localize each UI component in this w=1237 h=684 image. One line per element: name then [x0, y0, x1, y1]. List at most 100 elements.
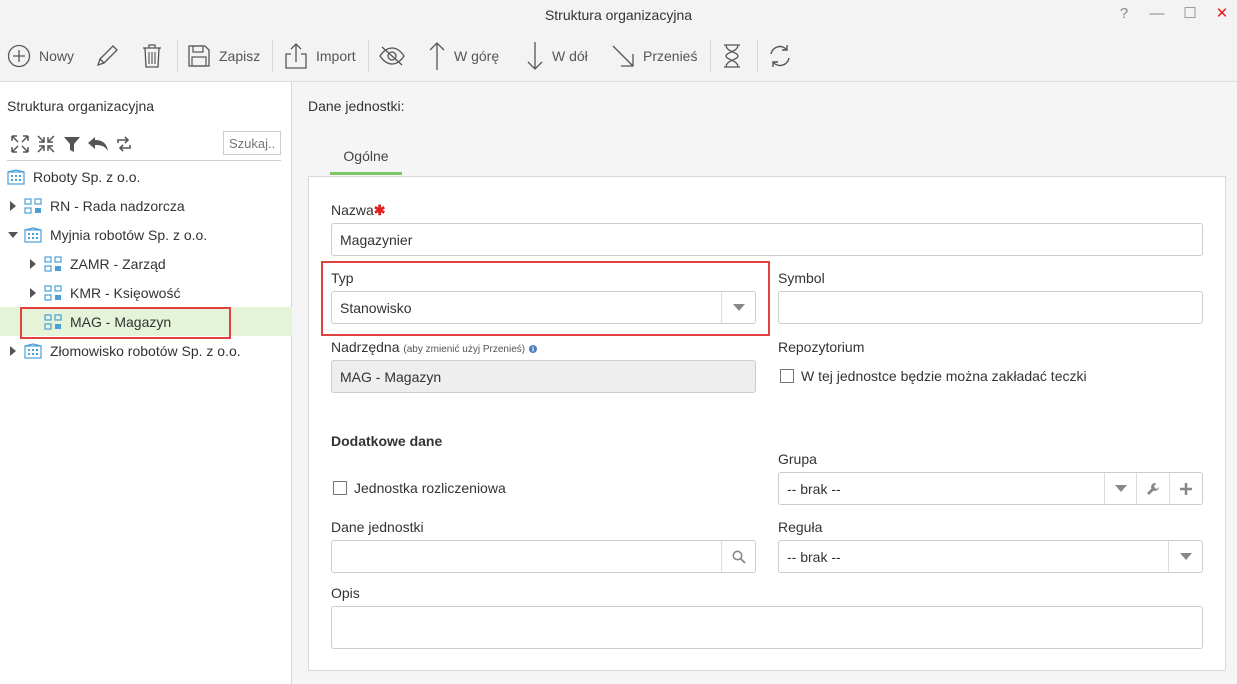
chevron-down-icon[interactable]: [1104, 473, 1136, 504]
group-label: Grupa: [778, 451, 817, 467]
refresh-button[interactable]: [768, 38, 792, 74]
info-icon: [529, 340, 537, 356]
toolbar: Nowy Zapisz Import W górę W dół Przenieś: [0, 30, 1237, 82]
close-button[interactable]: ✕: [1211, 3, 1233, 25]
tree-divider: [7, 160, 281, 161]
required-mark: ✱: [373, 202, 386, 218]
move-up-button[interactable]: W górę: [428, 38, 499, 74]
tree-node-label: Roboty Sp. z o.o.: [33, 169, 141, 185]
sync-button[interactable]: [112, 133, 136, 155]
caret-right-icon[interactable]: [8, 346, 18, 356]
window-title: Struktura organizacyjna: [544, 7, 693, 23]
name-value: Magazynier: [340, 231, 413, 248]
maximize-button[interactable]: ☐: [1179, 3, 1201, 25]
collapse-all-button[interactable]: [34, 133, 58, 155]
rule-value: -- brak --: [787, 548, 841, 565]
tree-node-label: MAG - Magazyn: [70, 314, 172, 330]
new-button[interactable]: Nowy: [7, 38, 74, 74]
caret-down-icon[interactable]: [8, 230, 18, 240]
unit-data-label: Dane jednostki: [331, 519, 424, 535]
minimize-button[interactable]: —: [1146, 3, 1168, 25]
tree-node-zlomowisko[interactable]: Złomowisko robotów Sp. z o.o.: [8, 338, 241, 364]
filter-button[interactable]: [60, 133, 84, 155]
building-icon: [7, 169, 25, 185]
tree-node-label: RN - Rada nadzorcza: [50, 198, 185, 214]
wrench-icon[interactable]: [1136, 473, 1169, 504]
tree-node-label: Złomowisko robotów Sp. z o.o.: [50, 343, 241, 359]
toolbar-separator: [368, 40, 369, 72]
parent-value: MAG - Magazyn: [340, 368, 442, 385]
tree-node-rn[interactable]: RN - Rada nadzorcza: [8, 193, 185, 219]
checkbox-box[interactable]: [780, 369, 794, 383]
caret-right-icon[interactable]: [28, 288, 38, 298]
history-button[interactable]: [722, 38, 742, 74]
floppy-disk-icon: [188, 45, 210, 67]
parent-field: MAG - Magazyn: [331, 360, 756, 393]
chevron-down-icon[interactable]: [721, 292, 755, 323]
tree-panel: Struktura organizacyjna Roboty Sp. z o.o…: [0, 82, 292, 684]
org-unit-icon: [44, 256, 62, 272]
search-icon[interactable]: [721, 541, 755, 572]
hide-button[interactable]: [378, 38, 406, 74]
hourglass-icon: [724, 44, 740, 68]
help-button[interactable]: ?: [1113, 3, 1135, 25]
tree-node-kmr[interactable]: KMR - Księowość: [28, 280, 180, 306]
undo-icon: [88, 137, 108, 151]
tree-node-zamr[interactable]: ZAMR - Zarząd: [28, 251, 166, 277]
chevron-down-icon[interactable]: [1168, 541, 1202, 572]
trash-icon: [143, 44, 161, 68]
tree-node-roboty[interactable]: Roboty Sp. z o.o.: [7, 164, 140, 190]
tree-node-mag[interactable]: MAG - Magazyn: [44, 309, 171, 335]
expand-icon: [11, 135, 29, 153]
title-bar: Struktura organizacyjna ? — ☐ ✕: [0, 0, 1237, 30]
tree-panel-title: Struktura organizacyjna: [7, 98, 155, 114]
form-card: Nazwa✱ Magazynier Typ Stanowisko Symbol …: [308, 176, 1226, 671]
plus-icon[interactable]: [1169, 473, 1202, 504]
description-label: Opis: [331, 585, 360, 601]
expand-all-button[interactable]: [8, 133, 32, 155]
tree-node-label: ZAMR - Zarząd: [70, 256, 166, 272]
eye-slash-icon: [379, 46, 405, 66]
rule-select[interactable]: -- brak --: [778, 540, 1203, 573]
group-select[interactable]: -- brak --: [778, 472, 1203, 505]
tree-toolbar: [8, 132, 138, 156]
save-button[interactable]: Zapisz: [187, 38, 260, 74]
toolbar-separator: [710, 40, 711, 72]
description-field[interactable]: [331, 606, 1203, 649]
caret-right-icon[interactable]: [28, 259, 38, 269]
tree-search-input[interactable]: [223, 131, 281, 155]
unit-data-field[interactable]: [331, 540, 756, 573]
edit-button[interactable]: [94, 38, 120, 74]
building-icon: [24, 227, 42, 243]
symbol-field[interactable]: [778, 291, 1203, 324]
name-label-text: Nazwa: [331, 202, 374, 218]
tree-node-label: Myjnia robotów Sp. z o.o.: [50, 227, 208, 243]
arrow-up-icon: [429, 42, 445, 70]
extra-data-title: Dodatkowe dane: [331, 433, 443, 449]
tree-node-myjnia[interactable]: Myjnia robotów Sp. z o.o.: [8, 222, 207, 248]
move-button[interactable]: Przenieś: [611, 38, 697, 74]
name-field[interactable]: Magazynier: [331, 223, 1203, 256]
undo-button[interactable]: [86, 133, 110, 155]
caret-right-icon[interactable]: [8, 201, 18, 211]
move-down-label: W dół: [552, 48, 588, 64]
org-unit-icon: [24, 198, 42, 214]
checkbox-box[interactable]: [333, 481, 347, 495]
delete-button[interactable]: [141, 38, 163, 74]
org-unit-icon: [44, 285, 62, 301]
tab-general[interactable]: Ogólne: [330, 141, 402, 175]
building-icon: [24, 343, 42, 359]
import-button[interactable]: Import: [284, 38, 356, 74]
toolbar-separator: [272, 40, 273, 72]
type-label: Typ: [331, 270, 354, 286]
repository-checkbox-label: W tej jednostce będzie można zakładać te…: [801, 368, 1087, 384]
name-label: Nazwa✱: [331, 202, 386, 219]
import-label: Import: [316, 48, 356, 64]
move-label: Przenieś: [643, 48, 698, 64]
repository-checkbox[interactable]: W tej jednostce będzie można zakładać te…: [780, 368, 1087, 384]
tree-node-label: KMR - Księowość: [70, 285, 181, 301]
move-down-button[interactable]: W dół: [526, 38, 588, 74]
billing-unit-checkbox[interactable]: Jednostka rozliczeniowa: [333, 480, 506, 496]
type-select[interactable]: Stanowisko: [331, 291, 756, 324]
parent-label-text: Nadrzędna: [331, 339, 400, 355]
